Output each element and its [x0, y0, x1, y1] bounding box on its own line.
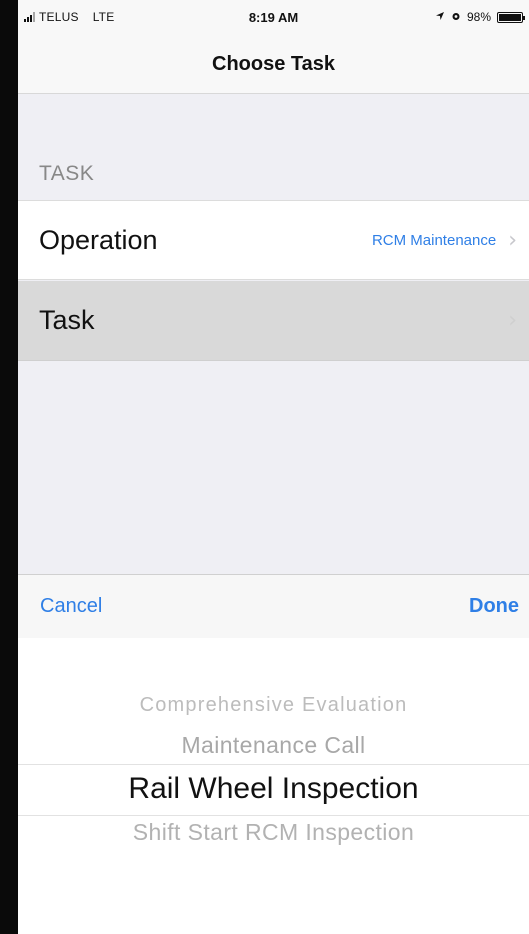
task-label: Task [39, 305, 95, 335]
cancel-button[interactable]: Cancel [40, 595, 102, 618]
section-header-task: TASK [39, 162, 95, 185]
operation-row[interactable]: Operation RCM Maintenance › [18, 200, 529, 280]
navigation-bar: Choose Task [18, 36, 529, 94]
done-button[interactable]: Done [469, 595, 519, 618]
picker-toolbar: Cancel Done [18, 574, 529, 638]
phone-screen: TELUS LTE 8:19 AM 98% Choose Task TASK O… [18, 0, 529, 934]
picker-option-selected[interactable]: Rail Wheel Inspection [18, 772, 529, 806]
operation-label: Operation [39, 224, 158, 255]
battery-icon [497, 11, 525, 23]
operation-value: RCM Maintenance [371, 231, 497, 249]
battery-percent: 98% [466, 10, 491, 24]
picker-selection-line-bottom [18, 815, 529, 816]
alarm-clock-icon [451, 10, 461, 24]
picker-selection-line-top [18, 764, 529, 765]
picker-option[interactable]: Comprehensive Evaluation [18, 694, 529, 717]
location-arrow-icon [435, 10, 445, 24]
status-right: 98% [435, 10, 525, 24]
picker-option[interactable]: Shift Start RCM Inspection [18, 819, 529, 846]
chevron-right-icon: › [508, 227, 517, 253]
status-bar: TELUS LTE 8:19 AM 98% [18, 0, 529, 36]
task-picker-wheel[interactable]: Comprehensive Evaluation Maintenance Cal… [18, 638, 529, 934]
picker-option[interactable]: Maintenance Call [18, 732, 529, 759]
battery-fill [499, 13, 521, 21]
task-row[interactable]: Task › [18, 281, 529, 361]
chevron-right-icon: › [508, 308, 517, 333]
page-title: Choose Task [212, 53, 335, 75]
